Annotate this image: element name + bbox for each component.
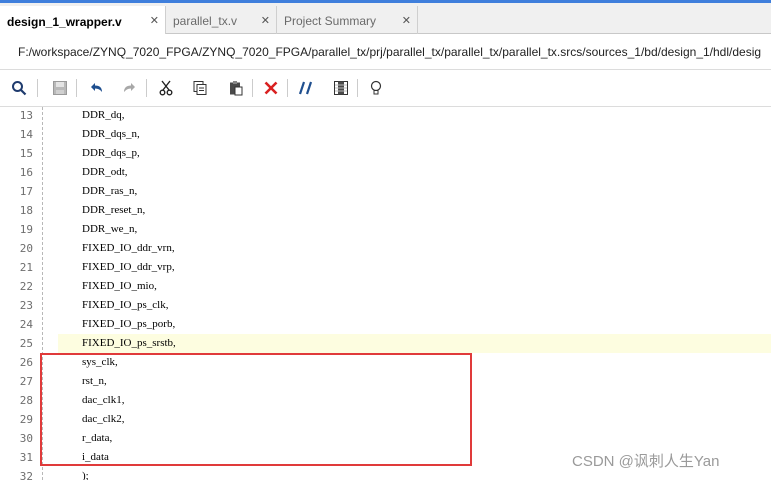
line-number: 14 bbox=[19, 128, 33, 141]
line-number: 15 bbox=[19, 147, 33, 160]
code-editor[interactable]: 13 DDR_dq, 14 DDR_dqs_n, 15 DDR_dqs_p, 16 DDR_o… bbox=[0, 107, 771, 480]
code-text: DDR_we_n, bbox=[82, 223, 138, 235]
tab-project-summary[interactable]: Project Summary ✕ bbox=[277, 6, 418, 36]
code-line[interactable]: 19 DDR_we_n, bbox=[0, 220, 771, 239]
file-path: F:/workspace/ZYNQ_7020_FPGA/ZYNQ_7020_FP… bbox=[0, 34, 771, 70]
code-text: DDR_ras_n, bbox=[82, 185, 138, 197]
tab-label: design_1_wrapper.v bbox=[7, 14, 122, 29]
save-icon[interactable] bbox=[50, 78, 70, 98]
undo-icon[interactable] bbox=[86, 78, 106, 98]
copy-icon[interactable] bbox=[190, 78, 210, 98]
toolbar-separator bbox=[37, 79, 38, 97]
code-text: FIXED_IO_ddr_vrp, bbox=[82, 261, 175, 273]
code-line[interactable]: 21 FIXED_IO_ddr_vrp, bbox=[0, 258, 771, 277]
code-line[interactable]: 20 FIXED_IO_ddr_vrn, bbox=[0, 239, 771, 258]
line-number: 21 bbox=[19, 261, 33, 274]
line-number: 24 bbox=[19, 318, 33, 331]
annotation-highlight-box bbox=[40, 353, 472, 466]
toolbar-separator bbox=[76, 79, 77, 97]
redo-icon[interactable] bbox=[120, 78, 140, 98]
line-number: 28 bbox=[19, 394, 33, 407]
comment-icon[interactable] bbox=[296, 78, 316, 98]
lightbulb-icon[interactable] bbox=[366, 78, 386, 98]
toolbar-separator bbox=[252, 79, 253, 97]
line-number: 31 bbox=[19, 451, 33, 464]
toolbar-separator bbox=[357, 79, 358, 97]
code-line[interactable]: 16 DDR_odt, bbox=[0, 163, 771, 182]
code-line[interactable]: 18 DDR_reset_n, bbox=[0, 201, 771, 220]
code-line[interactable]: 23 FIXED_IO_ps_clk, bbox=[0, 296, 771, 315]
tab-label: Project Summary bbox=[284, 14, 377, 28]
editor-tab-bar: design_1_wrapper.v ✕ parallel_tx.v ✕ Pro… bbox=[0, 0, 771, 37]
tab-design-1-wrapper[interactable]: design_1_wrapper.v ✕ bbox=[0, 6, 166, 37]
code-line[interactable]: 25 FIXED_IO_ps_srstb, bbox=[0, 334, 771, 353]
search-icon[interactable] bbox=[9, 78, 29, 98]
code-line[interactable]: 22 FIXED_IO_mio, bbox=[0, 277, 771, 296]
code-text: FIXED_IO_mio, bbox=[82, 280, 157, 292]
line-number: 23 bbox=[19, 299, 33, 312]
close-icon[interactable]: ✕ bbox=[261, 14, 270, 27]
paste-icon[interactable] bbox=[226, 78, 246, 98]
toolbar-separator bbox=[287, 79, 288, 97]
line-number: 17 bbox=[19, 185, 33, 198]
code-text: FIXED_IO_ps_clk, bbox=[82, 299, 169, 311]
editor-toolbar bbox=[0, 70, 771, 107]
column-icon[interactable] bbox=[331, 78, 351, 98]
line-number: 19 bbox=[19, 223, 33, 236]
tab-label: parallel_tx.v bbox=[173, 14, 238, 28]
code-line[interactable]: 14 DDR_dqs_n, bbox=[0, 125, 771, 144]
close-icon[interactable]: ✕ bbox=[402, 14, 411, 27]
line-number: 26 bbox=[19, 356, 33, 369]
delete-icon[interactable] bbox=[261, 78, 281, 98]
close-icon[interactable]: ✕ bbox=[150, 14, 159, 27]
code-text: FIXED_IO_ps_srstb, bbox=[82, 337, 176, 349]
code-line[interactable]: 13 DDR_dq, bbox=[0, 107, 771, 125]
line-number: 13 bbox=[19, 109, 33, 122]
line-number: 16 bbox=[19, 166, 33, 179]
code-line[interactable]: 17 DDR_ras_n, bbox=[0, 182, 771, 201]
code-line[interactable]: 24 FIXED_IO_ps_porb, bbox=[0, 315, 771, 334]
watermark: CSDN @讽刺人生Yan bbox=[572, 453, 720, 470]
line-number: 29 bbox=[19, 413, 33, 426]
line-number: 32 bbox=[19, 470, 33, 480]
line-number: 30 bbox=[19, 432, 33, 445]
tab-parallel-tx[interactable]: parallel_tx.v ✕ bbox=[166, 6, 277, 36]
code-text: DDR_dqs_p, bbox=[82, 147, 140, 159]
toolbar-separator bbox=[146, 79, 147, 97]
cut-icon[interactable] bbox=[156, 78, 176, 98]
code-text: DDR_dq, bbox=[82, 109, 125, 121]
code-text: ); bbox=[82, 470, 89, 480]
code-line[interactable]: 15 DDR_dqs_p, bbox=[0, 144, 771, 163]
line-number: 18 bbox=[19, 204, 33, 217]
line-number: 27 bbox=[19, 375, 33, 388]
line-number: 25 bbox=[19, 337, 33, 350]
code-text: FIXED_IO_ddr_vrn, bbox=[82, 242, 175, 254]
line-number: 22 bbox=[19, 280, 33, 293]
code-text: DDR_reset_n, bbox=[82, 204, 146, 216]
code-text: FIXED_IO_ps_porb, bbox=[82, 318, 176, 330]
code-text: DDR_dqs_n, bbox=[82, 128, 140, 140]
code-text: DDR_odt, bbox=[82, 166, 128, 178]
line-number: 20 bbox=[19, 242, 33, 255]
